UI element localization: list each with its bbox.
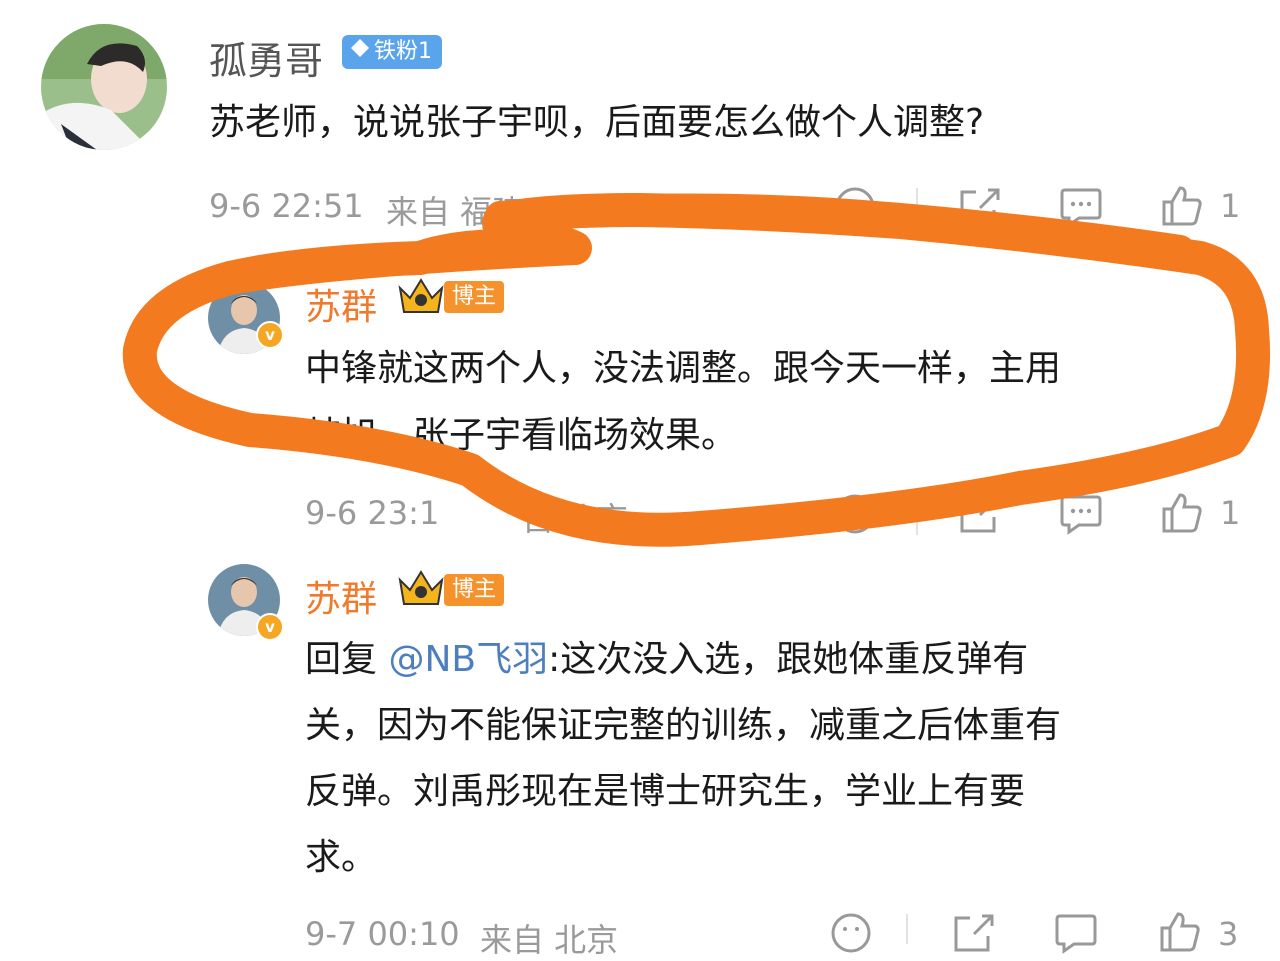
username-suqun[interactable]: 苏群 bbox=[305, 278, 377, 330]
username-guyongge[interactable]: 孤勇哥 bbox=[209, 30, 323, 85]
comment-icon[interactable] bbox=[1059, 186, 1103, 228]
reply-location: 来自 北京 bbox=[480, 921, 619, 959]
share-icon[interactable] bbox=[958, 493, 1002, 535]
share-icon[interactable] bbox=[958, 186, 1002, 228]
reply-text-line2: 韩旭，张子宇看临场效果。 bbox=[305, 415, 738, 456]
crown-icon bbox=[396, 568, 446, 614]
verified-icon: v bbox=[256, 321, 284, 349]
reply-time: 9-7 00:10 bbox=[305, 915, 460, 953]
comment-text: 苏老师，说说张子宇呗，后面要怎么做个人调整? bbox=[209, 102, 985, 143]
thumbs-up-icon[interactable] bbox=[1160, 184, 1204, 228]
divider bbox=[916, 188, 918, 228]
thumbs-up-icon[interactable] bbox=[1158, 910, 1202, 954]
like-count: 1 bbox=[1220, 494, 1241, 532]
divider bbox=[906, 914, 908, 944]
mention-link[interactable]: @NB飞羽 bbox=[388, 639, 548, 680]
emoji-icon[interactable] bbox=[834, 186, 876, 228]
reply-time: 9-6 23:1 bbox=[305, 494, 440, 532]
blogger-badge: 博主 bbox=[444, 281, 505, 313]
emoji-icon[interactable] bbox=[834, 493, 876, 535]
crown-icon bbox=[396, 276, 446, 322]
share-icon[interactable] bbox=[952, 912, 996, 954]
like-count: 1 bbox=[1220, 187, 1241, 225]
comment-icon[interactable] bbox=[1059, 493, 1103, 535]
verified-icon: v bbox=[256, 613, 284, 641]
reply-text-line1: 中锋就这两个人，没法调整。跟今天一样，主用 bbox=[305, 348, 1062, 389]
fan-badge: 铁粉1 bbox=[342, 35, 442, 69]
diamond-icon bbox=[350, 35, 370, 69]
reply-location: 自 北京 bbox=[522, 500, 629, 538]
thumbs-up-icon[interactable] bbox=[1160, 491, 1204, 535]
divider bbox=[916, 495, 918, 535]
reply-text-line4: 求。 bbox=[305, 837, 378, 878]
watermark bbox=[1018, 874, 1256, 910]
comment-location: 来自 福建 bbox=[386, 193, 525, 231]
reply-text-line1: 回复 @NB飞羽:这次没入选，跟她体重反弹有 bbox=[305, 639, 1029, 680]
like-count: 3 bbox=[1218, 915, 1239, 953]
comment-time: 9-6 22:51 bbox=[209, 187, 364, 225]
reply-text-line2: 关，因为不能保证完整的训练，减重之后体重有 bbox=[305, 705, 1062, 746]
username-suqun[interactable]: 苏群 bbox=[305, 570, 377, 622]
reply-text-line3: 反弹。刘禹彤现在是博士研究生，学业上有要 bbox=[305, 771, 1026, 812]
comment-icon[interactable] bbox=[1054, 912, 1098, 954]
emoji-icon[interactable] bbox=[830, 912, 872, 954]
blogger-badge: 博主 bbox=[444, 574, 505, 606]
avatar-guyongge[interactable] bbox=[41, 24, 167, 150]
